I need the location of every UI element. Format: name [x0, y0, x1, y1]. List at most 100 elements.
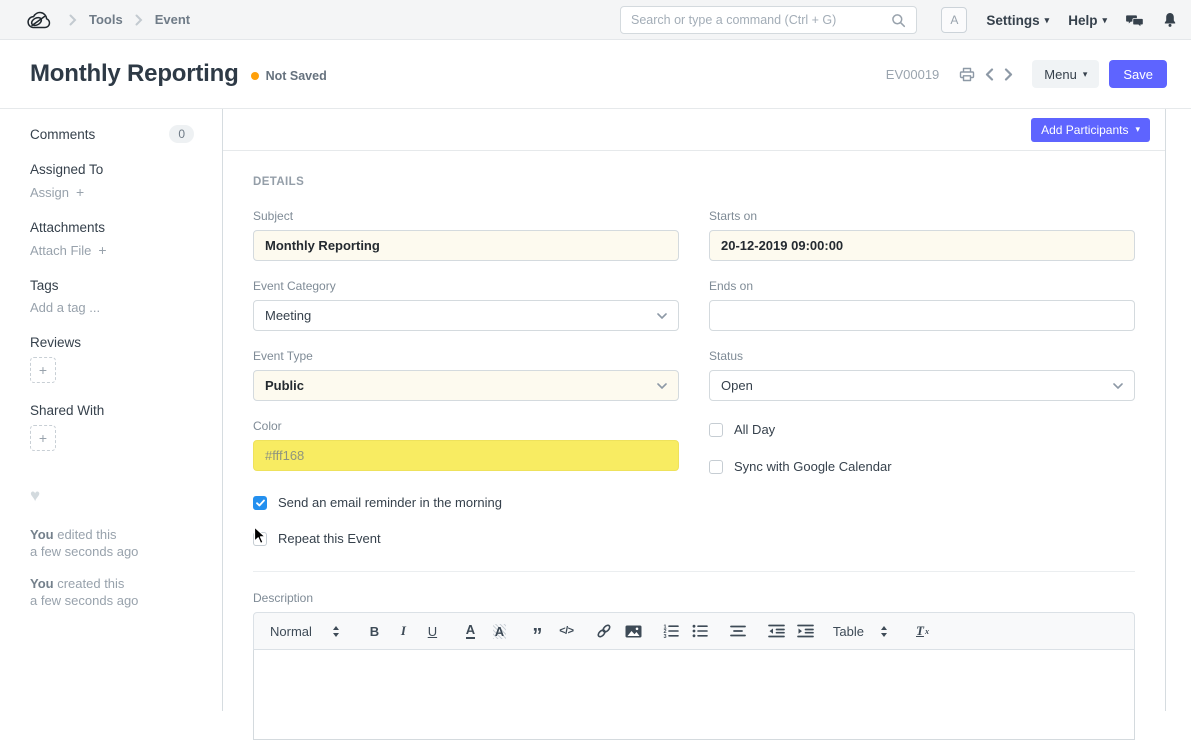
- breadcrumb-event[interactable]: Event: [155, 12, 190, 27]
- plus-icon: +: [98, 242, 106, 258]
- sync-google-checkbox-row[interactable]: Sync with Google Calendar: [709, 459, 1135, 474]
- subject-label: Subject: [253, 209, 679, 223]
- updown-icon[interactable]: [874, 626, 895, 637]
- settings-menu[interactable]: Settings ▾: [986, 13, 1049, 28]
- page-actions: EV00019 Menu ▾ Save: [886, 60, 1167, 88]
- menu-label: Menu: [1044, 67, 1077, 82]
- attach-file-button[interactable]: Attach File +: [30, 242, 194, 258]
- comments-link[interactable]: Comments: [30, 127, 95, 142]
- unsaved-dot-icon: [251, 72, 259, 80]
- bullet-list-icon[interactable]: [690, 624, 711, 638]
- search-input[interactable]: [631, 13, 891, 27]
- form-main: Add Participants ▾ DETAILS Subject Month…: [223, 109, 1166, 711]
- description-field: Description Normal B I U A A ” </>: [253, 591, 1135, 740]
- all-day-checkbox-row[interactable]: All Day: [709, 422, 1135, 437]
- underline-button[interactable]: U: [422, 624, 443, 639]
- form-sidebar: Comments 0 Assigned To Assign + Attachme…: [0, 109, 223, 711]
- event-category-value: Meeting: [265, 308, 311, 323]
- table-dropdown[interactable]: Table: [833, 624, 864, 639]
- text-editor-toolbar: Normal B I U A A ” </>: [253, 612, 1135, 650]
- all-day-label: All Day: [734, 422, 775, 437]
- activity-when: a few seconds ago: [30, 593, 138, 608]
- status-value: Open: [721, 378, 753, 393]
- repeat-event-checkbox[interactable]: [253, 532, 267, 546]
- shared-with-heading: Shared With: [30, 403, 194, 418]
- chevron-down-icon: ▾: [1102, 16, 1107, 25]
- activity-entry: You edited this a few seconds ago: [30, 526, 194, 560]
- chevron-down-icon: [657, 383, 667, 389]
- color-input[interactable]: #fff168: [253, 440, 679, 471]
- color-label: Color: [253, 419, 679, 433]
- breadcrumb-tools[interactable]: Tools: [89, 12, 123, 27]
- comments-count-badge: 0: [169, 125, 194, 143]
- activity-action: created this: [57, 576, 124, 591]
- description-label: Description: [253, 591, 1135, 605]
- event-type-select[interactable]: Public: [253, 370, 679, 401]
- email-reminder-checkbox-row[interactable]: Send an email reminder in the morning: [253, 495, 1135, 510]
- clear-format-button[interactable]: Tx: [912, 623, 933, 639]
- clear-format-sub: x: [925, 627, 929, 636]
- outdent-icon[interactable]: [766, 624, 787, 638]
- navbar-actions: A Settings ▾ Help ▾: [941, 0, 1177, 40]
- help-menu[interactable]: Help ▾: [1068, 13, 1107, 28]
- starts-on-input[interactable]: 20-12-2019 09:00:00: [709, 230, 1135, 261]
- app-logo-icon[interactable]: [26, 9, 53, 31]
- add-participants-label: Add Participants: [1041, 123, 1128, 137]
- bold-button[interactable]: B: [364, 624, 385, 639]
- ends-on-input[interactable]: [709, 300, 1135, 331]
- avatar[interactable]: A: [941, 7, 967, 33]
- repeat-event-checkbox-row[interactable]: Repeat this Event: [253, 531, 1135, 546]
- status-badge: Not Saved: [251, 69, 327, 83]
- svg-text:3: 3: [664, 634, 667, 638]
- prev-doc-chevron-icon[interactable]: [980, 66, 999, 83]
- starts-on-label: Starts on: [709, 209, 1135, 223]
- align-icon[interactable]: [728, 625, 749, 637]
- global-search[interactable]: [620, 6, 917, 34]
- like-heart-icon[interactable]: ♥: [30, 487, 194, 504]
- menu-button[interactable]: Menu ▾: [1032, 60, 1099, 88]
- email-reminder-checkbox[interactable]: [253, 496, 267, 510]
- status-select[interactable]: Open: [709, 370, 1135, 401]
- chevron-right-icon: [135, 14, 143, 26]
- activity-entry: You created this a few seconds ago: [30, 575, 194, 609]
- page-head: Monthly Reporting Not Saved EV00019 Menu…: [0, 40, 1191, 109]
- attach-file-label: Attach File: [30, 243, 91, 258]
- add-tag-input[interactable]: Add a tag ...: [30, 300, 194, 315]
- sync-google-checkbox[interactable]: [709, 460, 723, 474]
- ends-on-label: Ends on: [709, 279, 1135, 293]
- next-doc-chevron-icon[interactable]: [999, 66, 1018, 83]
- blockquote-button[interactable]: ”: [527, 632, 548, 640]
- ordered-list-icon[interactable]: 1 2 3: [661, 624, 682, 638]
- add-share-button[interactable]: +: [30, 425, 56, 451]
- add-review-button[interactable]: +: [30, 357, 56, 383]
- status-label: Status: [709, 349, 1135, 363]
- breadcrumb: Tools Event: [69, 12, 190, 27]
- form-toolbar: Add Participants ▾: [223, 109, 1165, 151]
- description-editor-area[interactable]: [253, 650, 1135, 740]
- subject-input[interactable]: Monthly Reporting: [253, 230, 679, 261]
- calendar-options: All Day Sync with Google Calendar: [709, 419, 1135, 474]
- updown-icon[interactable]: [326, 626, 347, 637]
- text-color-button[interactable]: A: [460, 623, 481, 639]
- chat-icon[interactable]: [1126, 13, 1144, 28]
- chevron-down-icon: ▾: [1083, 70, 1088, 79]
- event-category-select[interactable]: Meeting: [253, 300, 679, 331]
- highlight-button[interactable]: A: [489, 624, 510, 639]
- assign-button[interactable]: Assign +: [30, 184, 194, 200]
- all-day-checkbox[interactable]: [709, 423, 723, 437]
- event-type-value: Public: [265, 378, 304, 393]
- notifications-bell-icon[interactable]: [1163, 12, 1177, 28]
- code-button[interactable]: </>: [556, 625, 577, 637]
- link-icon[interactable]: [594, 623, 615, 639]
- paragraph-style-dropdown[interactable]: Normal: [270, 624, 312, 639]
- image-icon[interactable]: [623, 625, 644, 638]
- navbar: Tools Event A Settings ▾ Help ▾: [0, 0, 1191, 40]
- save-button[interactable]: Save: [1109, 60, 1167, 88]
- status-text: Not Saved: [266, 69, 327, 83]
- italic-button[interactable]: I: [393, 623, 414, 639]
- tags-heading: Tags: [30, 278, 194, 293]
- add-participants-button[interactable]: Add Participants ▾: [1031, 118, 1150, 142]
- print-icon[interactable]: [954, 65, 980, 84]
- subject-field: Subject Monthly Reporting: [253, 209, 679, 261]
- indent-icon[interactable]: [795, 624, 816, 638]
